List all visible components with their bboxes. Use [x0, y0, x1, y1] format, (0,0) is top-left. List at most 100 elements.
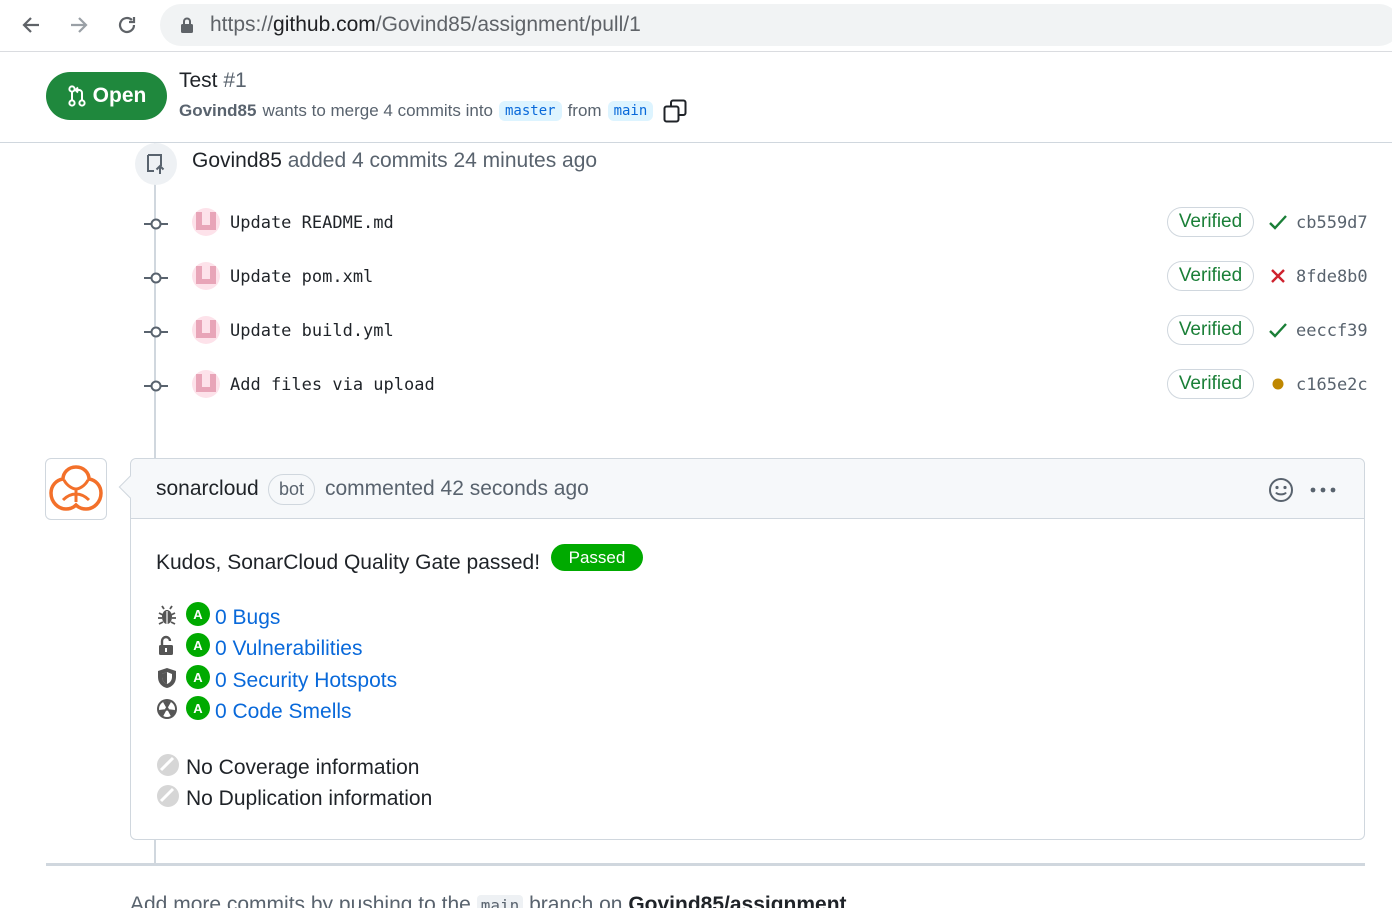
check-icon	[1269, 323, 1287, 338]
git-commit-icon	[144, 272, 168, 284]
comment-author-link[interactable]: sonarcloud	[156, 477, 259, 501]
metric-vulnerabilities: A 0 Vulnerabilities	[156, 633, 556, 663]
forward-button[interactable]	[64, 10, 94, 40]
metric-code-smells: A 0 Code Smells	[156, 696, 556, 726]
rating-badge: A	[186, 665, 210, 689]
verified-badge[interactable]: Verified	[1167, 369, 1254, 399]
smiley-icon[interactable]	[1267, 476, 1295, 504]
push-actor-link[interactable]: Govind85	[192, 149, 282, 172]
radiation-icon	[157, 699, 177, 719]
x-icon	[1271, 269, 1285, 283]
commit-row: Update pom.xml Verified 8fde8b0	[0, 258, 1392, 298]
coverage-info: No Coverage information	[156, 753, 556, 783]
bug-icon	[158, 605, 176, 625]
arrow-right-icon	[71, 17, 88, 33]
base-branch-label[interactable]: master	[499, 101, 562, 121]
pr-number: #1	[223, 69, 247, 92]
commit-sha-link[interactable]: eeccf39	[1296, 321, 1368, 341]
git-pull-request-icon	[68, 85, 86, 107]
avatar[interactable]	[192, 370, 220, 398]
code-smells-link[interactable]: 0 Code Smells	[215, 700, 352, 724]
footer-hint: Add more commits by pushing to the main …	[130, 893, 847, 908]
footer-text-before: Add more commits by pushing to the	[130, 893, 471, 908]
check-icon	[1269, 215, 1287, 230]
identicon-icon	[196, 212, 216, 230]
comment-box: sonarcloud bot commented 42 seconds ago …	[118, 458, 1365, 840]
footer-branch: main	[476, 895, 524, 908]
push-event-text: Govind85 added 4 commits 24 minutes ago	[192, 149, 597, 173]
identicon-icon	[196, 374, 216, 392]
commit-row: Add files via upload Verified c165e2c	[0, 366, 1392, 406]
rating-badge: A	[186, 633, 210, 657]
pr-merge-text: wants to merge 4 commits into	[262, 101, 493, 120]
browser-toolbar: https://github.com/Govind85/assignment/p…	[0, 0, 1392, 52]
quality-gate-badge[interactable]: Passed	[551, 544, 643, 571]
verified-badge[interactable]: Verified	[1167, 261, 1254, 291]
git-commit-icon	[144, 218, 168, 230]
avatar[interactable]	[192, 316, 220, 344]
git-commit-icon	[144, 380, 168, 392]
head-branch-label[interactable]: main	[607, 101, 654, 121]
commit-message-link[interactable]: Update README.md	[230, 213, 394, 233]
metric-bugs: A 0 Bugs	[156, 602, 556, 632]
commit-row: Update README.md Verified cb559d7	[0, 204, 1392, 244]
no-data-icon	[157, 785, 179, 807]
avatar[interactable]	[192, 262, 220, 290]
push-event-description: added 4 commits 24 minutes ago	[287, 149, 598, 172]
copy-icon[interactable]	[663, 99, 687, 123]
reload-button[interactable]	[112, 10, 142, 40]
security-hotspots-link[interactable]: 0 Security Hotspots	[215, 669, 397, 693]
coverage-text: No Coverage information	[186, 756, 420, 779]
footer-text-middle: branch on	[529, 893, 623, 908]
commit-sha-link[interactable]: c165e2c	[1296, 375, 1368, 395]
bot-badge: bot	[268, 474, 316, 505]
commit-status-success[interactable]	[1268, 320, 1288, 340]
avatar[interactable]	[192, 208, 220, 236]
dot-icon	[1272, 378, 1284, 390]
verified-badge[interactable]: Verified	[1167, 207, 1254, 237]
commit-status-pending[interactable]	[1268, 374, 1288, 394]
commit-status-failure[interactable]	[1268, 266, 1288, 286]
url-text: https://github.com/Govind85/assignment/p…	[210, 13, 641, 37]
commit-message-link[interactable]: Update build.yml	[230, 321, 394, 341]
vulnerabilities-link[interactable]: 0 Vulnerabilities	[215, 637, 362, 661]
repo-push-icon	[135, 143, 177, 185]
timeline-end-divider	[46, 863, 1365, 866]
footer-repo-link[interactable]: Govind85/assignment	[628, 893, 846, 908]
identicon-icon	[196, 266, 216, 284]
commit-sha-link[interactable]: 8fde8b0	[1296, 267, 1368, 287]
identicon-icon	[196, 320, 216, 338]
url-scheme: https://	[210, 13, 274, 36]
commit-row: Update build.yml Verified eeccf39	[0, 312, 1392, 352]
unlocked-icon	[159, 635, 173, 655]
rating-badge: A	[186, 696, 210, 720]
quality-gate-status: Passed	[568, 547, 626, 567]
comment-timestamp[interactable]: commented 42 seconds ago	[325, 477, 589, 501]
arrow-left-icon	[22, 17, 39, 33]
commit-message-link[interactable]: Update pom.xml	[230, 267, 373, 287]
address-bar[interactable]: https://github.com/Govind85/assignment/p…	[160, 4, 1392, 46]
avatar[interactable]	[45, 458, 107, 520]
commit-status-success[interactable]	[1268, 212, 1288, 232]
no-data-icon	[157, 754, 179, 776]
url-host: github.com	[273, 13, 376, 36]
pr-state-label: Open	[92, 84, 147, 107]
pr-state-badge: Open	[46, 72, 167, 120]
commit-sha-link[interactable]: cb559d7	[1296, 213, 1368, 233]
comment-header: sonarcloud bot commented 42 seconds ago	[131, 459, 1364, 519]
duplication-info: No Duplication information	[156, 784, 556, 814]
verified-badge[interactable]: Verified	[1167, 315, 1254, 345]
pr-from-text: from	[567, 101, 602, 120]
kebab-horizontal-icon	[1310, 487, 1336, 493]
bugs-link[interactable]: 0 Bugs	[215, 606, 280, 630]
more-options-button[interactable]	[1308, 476, 1338, 504]
pr-author-link[interactable]: Govind85	[179, 101, 256, 121]
pr-header: Open Test #1 Govind85 wants to merge 4 c…	[0, 53, 1392, 143]
url-path: /Govind85/assignment/pull/1	[375, 13, 641, 36]
lock-icon	[181, 17, 193, 33]
sonarcloud-logo-icon	[49, 465, 103, 511]
git-commit-icon	[144, 326, 168, 338]
commit-message-link[interactable]: Add files via upload	[230, 375, 435, 395]
back-button[interactable]	[16, 10, 46, 40]
shield-icon	[158, 668, 176, 688]
